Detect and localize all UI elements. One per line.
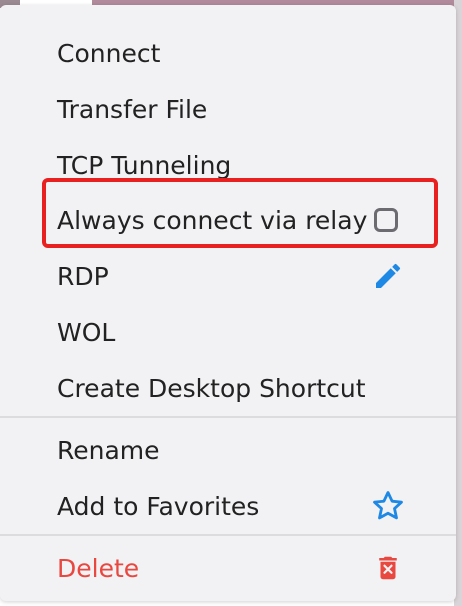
menu-item-always-connect-via-relay[interactable]: Always connect via relay — [0, 192, 456, 248]
menu-item-label: RDP — [57, 261, 109, 291]
menu-item-label: Transfer File — [57, 94, 208, 124]
menu-item-add-to-favorites[interactable]: Add to Favorites — [0, 478, 456, 534]
star-outline-icon[interactable] — [370, 488, 406, 524]
menu-item-delete[interactable]: Delete — [0, 540, 456, 596]
menu-item-transfer-file[interactable]: Transfer File — [0, 81, 456, 137]
menu-item-connect[interactable]: Connect — [0, 25, 456, 81]
menu-divider — [0, 416, 456, 418]
menu-item-label: TCP Tunneling — [57, 150, 232, 180]
menu-item-tcp-tunneling[interactable]: TCP Tunneling — [0, 137, 456, 193]
context-menu: Connect Transfer File TCP Tunneling Alwa… — [0, 5, 456, 601]
menu-item-label: Create Desktop Shortcut — [57, 373, 366, 403]
menu-item-create-desktop-shortcut[interactable]: Create Desktop Shortcut — [0, 360, 456, 416]
menu-item-label: Delete — [57, 553, 140, 583]
pencil-icon[interactable] — [370, 258, 406, 294]
menu-item-rename[interactable]: Rename — [0, 422, 456, 478]
menu-item-wol[interactable]: WOL — [0, 304, 456, 360]
menu-item-label: Rename — [57, 435, 160, 465]
relay-checkbox-slot[interactable] — [368, 202, 404, 238]
trash-icon[interactable] — [370, 550, 406, 586]
menu-item-label: Always connect via relay — [57, 205, 368, 235]
menu-divider — [0, 534, 456, 536]
menu-item-label: WOL — [57, 317, 116, 347]
relay-checkbox[interactable] — [374, 208, 398, 232]
menu-item-rdp[interactable]: RDP — [0, 248, 456, 304]
menu-item-label: Connect — [57, 38, 161, 68]
menu-item-label: Add to Favorites — [57, 491, 260, 521]
